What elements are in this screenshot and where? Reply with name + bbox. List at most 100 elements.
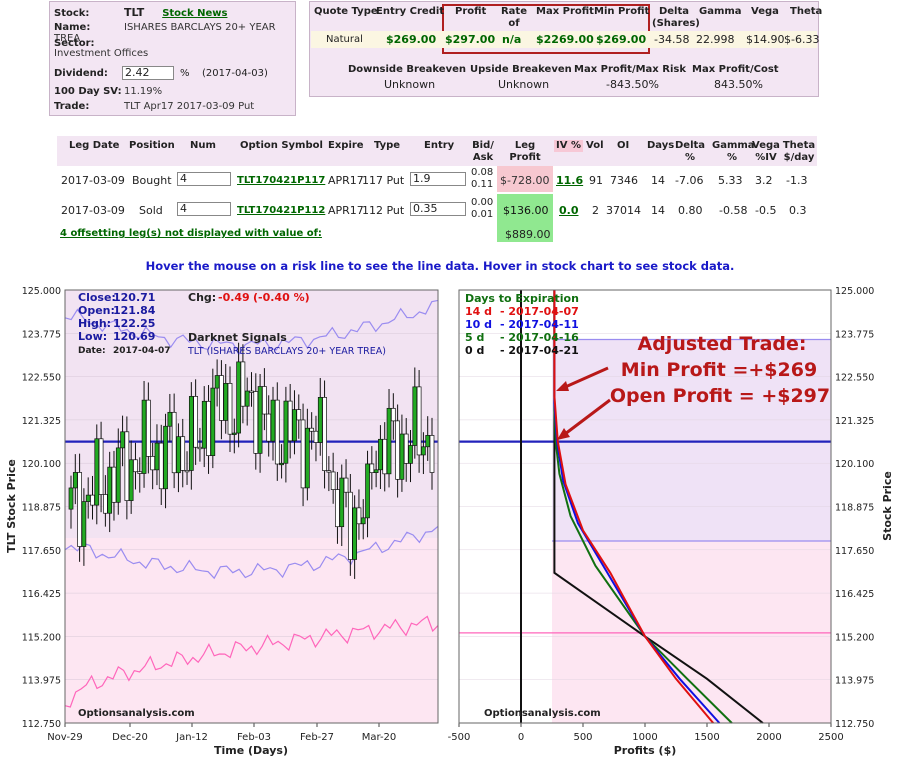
- risk-y-tick: 115.200: [835, 632, 874, 643]
- row2-num-input[interactable]: 4: [177, 202, 231, 216]
- candle-body: [279, 462, 284, 466]
- risk-y-tick: 116.425: [835, 589, 874, 600]
- candle-body: [124, 431, 130, 501]
- candle-body: [253, 391, 259, 454]
- risk-y-tick: 117.650: [835, 546, 874, 557]
- stock-x-tick: Feb-27: [300, 732, 334, 743]
- risk-y-tick: 112.750: [835, 719, 874, 730]
- risk-x-tick: 500: [573, 732, 592, 743]
- stock-watermark: Optionsanalysis.com: [78, 708, 195, 719]
- offsetting-legs-link[interactable]: 4 offsetting leg(s) not displayed with v…: [60, 228, 322, 239]
- theta-value: $-6.33: [784, 33, 820, 46]
- stock-y-tick: 115.200: [22, 632, 61, 643]
- sv-label: 100 Day SV:: [54, 86, 122, 97]
- candle-body: [326, 470, 332, 473]
- stock-symbol: TLT: [124, 6, 145, 19]
- risk-x-tick: 1000: [632, 732, 657, 743]
- stock-y-tick: 118.875: [22, 503, 61, 514]
- stock-x-tick: Nov-29: [47, 732, 83, 743]
- annotation-line-1: Adjusted Trade:: [638, 333, 807, 355]
- row2-profit: $136.00: [503, 204, 549, 217]
- max-profit-value: $2269.00: [536, 33, 594, 46]
- risk-watermark: Optionsanalysis.com: [484, 708, 601, 719]
- col-entry: Entry: [424, 140, 455, 151]
- candle-body: [115, 447, 121, 503]
- row2-position: Sold: [139, 204, 163, 217]
- candle-body: [180, 436, 186, 471]
- col-iv: IV %: [554, 140, 583, 152]
- dividend-date: (2017-04-03): [202, 68, 268, 79]
- stock-info-panel: Stock: TLT Stock News Name: ISHARES BARCLAY…: [49, 1, 296, 116]
- candle-body: [412, 386, 418, 446]
- candle-body: [141, 399, 147, 474]
- legend-date: - 2017-04-11: [500, 318, 579, 331]
- candle-body: [167, 411, 173, 427]
- col-days: Days: [647, 140, 675, 151]
- candle-body: [421, 446, 426, 456]
- stock-y-tick: 122.550: [22, 373, 61, 384]
- stock-news-link[interactable]: Stock News: [162, 8, 227, 19]
- legend-date: - 2017-04-07: [500, 305, 579, 318]
- sector-value: Investment Offices: [54, 48, 149, 59]
- row1-expire: APR17: [328, 174, 364, 187]
- row1-symbol-link[interactable]: TLT170421P117: [237, 175, 325, 186]
- stock-y-tick: 112.750: [22, 719, 61, 730]
- vega-value: $14.90: [746, 33, 785, 46]
- candle-body: [390, 407, 396, 422]
- close-value: 120.71: [113, 291, 155, 304]
- stock-x-tick: Mar-20: [362, 732, 397, 743]
- row2-type: 112 Put: [362, 204, 405, 217]
- candle-body: [184, 470, 190, 473]
- row2-entry-input[interactable]: 0.35: [410, 202, 466, 216]
- row2-symbol-link[interactable]: TLT170421P112: [237, 205, 325, 216]
- candle-body: [296, 409, 302, 421]
- quote-type-value: Natural: [326, 34, 363, 45]
- risk-x-tick: 1500: [694, 732, 719, 743]
- col-delta: Delta %: [675, 140, 706, 163]
- risk-x-tick: 2500: [818, 732, 843, 743]
- candle-body: [111, 466, 117, 503]
- dividend-unit: %: [180, 68, 190, 79]
- candle-body: [120, 431, 125, 449]
- quote-panel: Quote Type Entry Credit Profit Rate of R…: [309, 1, 822, 97]
- chg-value: -0.49: [218, 291, 250, 304]
- candle-body: [429, 435, 435, 473]
- stock-y-tick: 123.775: [22, 329, 61, 340]
- risk-y-tick: 120.100: [835, 459, 874, 470]
- candle-body: [219, 375, 224, 421]
- high-value: 122.25: [113, 317, 155, 330]
- col-type: Type: [374, 140, 401, 151]
- stock-plot-lower-band: [65, 538, 438, 723]
- dividend-input[interactable]: 2.42: [122, 66, 174, 80]
- risk-x-tick: -500: [448, 732, 471, 743]
- row2-delta: 0.80: [678, 204, 703, 217]
- risk-chart[interactable]: -500 0 500 1000 1500 2000 2500 125.000 123.775 1…: [448, 286, 894, 757]
- candle-body: [223, 383, 229, 421]
- candle-body: [408, 445, 413, 464]
- legend-days: 0 d: [465, 344, 484, 357]
- signals-subtitle: TLT (ISHARES BARCLAYS 20+ YEAR TREA): [187, 346, 386, 357]
- risk-y-tick: 113.975: [835, 676, 874, 687]
- candle-body: [347, 491, 353, 560]
- row2-iv-link[interactable]: 0.0: [559, 204, 579, 217]
- date-value: 2017-04-07: [113, 346, 171, 356]
- stock-x-axis-label: Time (Days): [214, 744, 288, 757]
- sv-value: 11.19%: [124, 86, 163, 97]
- row1-entry-input[interactable]: 1.9: [410, 172, 466, 186]
- chg-pct: (-0.40 %): [253, 291, 310, 304]
- offsetting-value: $889.00: [505, 228, 551, 241]
- candle-body: [425, 435, 431, 448]
- stock-chart[interactable]: 125.000 123.775 122.550 121.325 120.100 118.8…: [5, 286, 439, 757]
- row1-num-input[interactable]: 4: [177, 172, 231, 186]
- row1-iv-link[interactable]: 11.6: [556, 174, 583, 187]
- open-label: Open:: [78, 304, 115, 317]
- risk-y-tick: 118.875: [835, 503, 874, 514]
- candle-body: [158, 442, 164, 490]
- row2-ask: 0.01: [471, 209, 494, 220]
- stock-y-tick: 113.975: [22, 676, 61, 687]
- candle-body: [214, 375, 220, 389]
- chg-label: Chg:: [188, 291, 216, 304]
- candle-body: [378, 438, 383, 471]
- date-label: Date:: [78, 346, 106, 356]
- candle-body: [262, 386, 267, 415]
